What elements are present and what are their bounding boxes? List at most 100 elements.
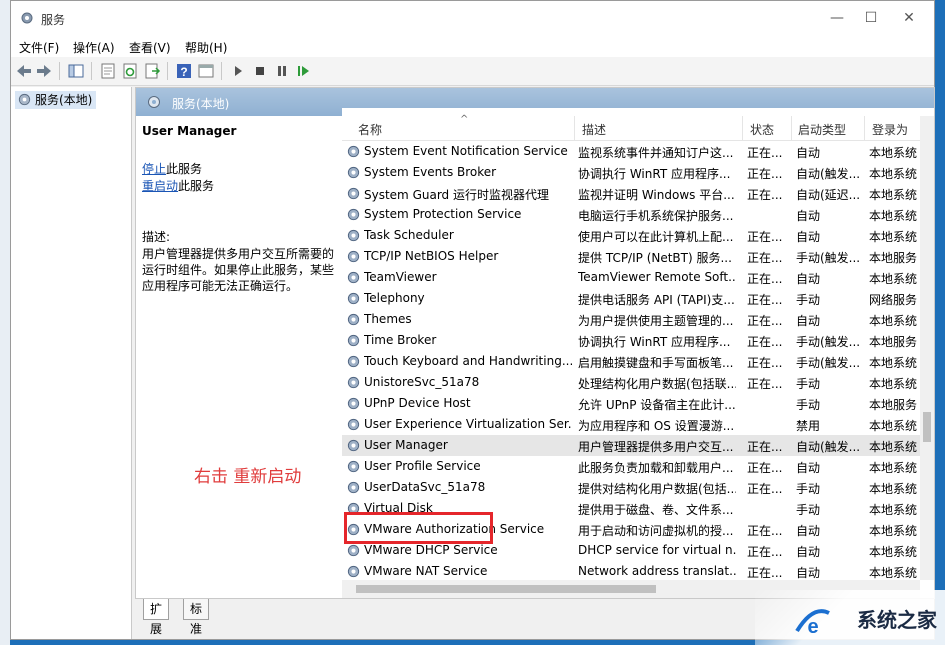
stop-service-icon[interactable] (251, 62, 269, 80)
service-gear-icon (347, 439, 360, 452)
table-row[interactable]: System Event Notification Service 监视系统事件并… (342, 141, 920, 162)
back-arrow-icon[interactable] (15, 62, 33, 80)
menu-file[interactable]: 文件(F) (19, 39, 59, 56)
services-window: 服务 — ☐ ✕ 文件(F) 操作(A) 查看(V) 帮助(H) ? 服务(本地… (10, 0, 935, 640)
cell-status: 正在... (747, 482, 783, 496)
column-header-logon-as[interactable]: 登录为 (872, 121, 908, 138)
watermark-logo-icon: e (795, 609, 830, 637)
sort-ascending-icon: ^ (460, 114, 469, 125)
column-header-description[interactable]: 描述 (582, 121, 606, 138)
table-row[interactable]: System Guard 运行时监视器代理 监视并证明 Windows 平台...… (342, 183, 920, 204)
service-gear-icon (347, 229, 360, 242)
cell-logon-as: 本地系统 (869, 461, 918, 475)
export-list-icon[interactable] (143, 62, 161, 80)
cell-status: 正在... (747, 461, 783, 475)
refresh-icon[interactable] (121, 62, 139, 80)
table-row[interactable]: UPnP Device Host 允许 UPnP 设备宿主在此计... 手动 本地服务 (342, 393, 920, 414)
cell-name: User Experience Virtualization Ser... (364, 417, 572, 431)
cell-description: 处理结构化用户数据(包括联... (578, 377, 736, 391)
table-row[interactable]: Time Broker 协调执行 WinRT 应用程序... 正在... 手动(触发.… (342, 330, 920, 351)
table-row[interactable]: UserDataSvc_51a78 提供对结构化用户数据(包括... 正在... 手动… (342, 477, 920, 498)
table-row[interactable]: Task Scheduler 使用户可以在此计算机上配... 正在... 自动 本地系统 (342, 225, 920, 246)
cell-description: 协调执行 WinRT 应用程序... (578, 335, 731, 349)
cell-logon-as: 本地系统 (869, 566, 918, 580)
service-gear-icon (347, 145, 360, 158)
cell-logon-as: 本地服务 (869, 251, 918, 265)
cell-description: 提供对结构化用户数据(包括... (578, 482, 736, 496)
maximize-button[interactable]: ☐ (854, 7, 888, 29)
service-gear-icon (347, 187, 360, 200)
column-header-startup-type[interactable]: 启动类型 (798, 121, 846, 138)
vertical-scrollbar[interactable] (920, 116, 934, 580)
restart-service-icon[interactable] (295, 62, 313, 80)
console-tree-icon[interactable] (67, 62, 85, 80)
window-title: 服务 (41, 13, 66, 27)
watermark-text: 系统之家 (857, 608, 937, 632)
cell-description: 为应用程序和 OS 设置漫游... (578, 419, 735, 433)
cell-status: 正在... (747, 356, 783, 370)
cell-name: Telephony (364, 291, 425, 305)
cell-description: 提供 TCP/IP (NetBT) 服务... (578, 251, 732, 265)
restart-service-link[interactable]: 重启动 (142, 179, 178, 193)
stop-row: 停止此服务 (142, 160, 202, 177)
cell-name: UnistoreSvc_51a78 (364, 375, 480, 389)
horizontal-scroll-thumb[interactable] (356, 585, 656, 593)
cell-status: 正在... (747, 167, 783, 181)
cell-description: 允许 UPnP 设备宿主在此计... (578, 398, 736, 412)
cell-name: System Guard 运行时监视器代理 (364, 188, 549, 202)
service-gear-icon (347, 313, 360, 326)
start-service-icon[interactable] (229, 62, 247, 80)
table-row[interactable]: System Protection Service 电脑运行手机系统保护服务...… (342, 204, 920, 225)
cell-startup-type: 手动 (796, 377, 821, 391)
pause-service-icon[interactable] (273, 62, 291, 80)
table-row[interactable]: Themes 为用户提供使用主题管理的... 正在... 自动 本地系统 (342, 309, 920, 330)
menu-help[interactable]: 帮助(H) (185, 39, 227, 56)
cell-status: 正在... (747, 566, 783, 580)
table-row[interactable]: User Experience Virtualization Ser... 为应用… (342, 414, 920, 435)
table-row[interactable]: UnistoreSvc_51a78 处理结构化用户数据(包括联... 正在... 手动… (342, 372, 920, 393)
cell-logon-as: 本地系统 (869, 419, 918, 433)
minimize-button[interactable]: — (820, 7, 854, 29)
cell-name: Time Broker (364, 333, 437, 347)
cell-status: 正在... (747, 377, 783, 391)
svg-text:?: ? (180, 65, 187, 79)
cell-name: Touch Keyboard and Handwriting... (364, 354, 572, 368)
tab-extended[interactable]: 扩展 (143, 599, 170, 636)
forward-arrow-icon[interactable] (35, 62, 53, 80)
tab-standard[interactable]: 标准 (183, 599, 210, 636)
cell-description: DHCP service for virtual n... (578, 543, 736, 557)
annotation-highlight-box (344, 512, 493, 544)
properties-icon[interactable] (99, 62, 117, 80)
table-row[interactable]: TeamViewer TeamViewer Remote Soft... 正在...… (342, 267, 920, 288)
column-header-status[interactable]: 状态 (750, 121, 774, 138)
cell-startup-type: 手动(触发... (796, 251, 861, 265)
cell-logon-as: 本地服务 (869, 335, 918, 349)
table-row[interactable]: User Manager 用户管理器提供多用户交互... 正在... 自动(触发...… (342, 435, 920, 456)
close-button[interactable]: ✕ (892, 7, 926, 29)
service-gear-icon (347, 250, 360, 263)
stop-service-link[interactable]: 停止 (142, 162, 166, 176)
services-list: ^ 名称 描述 状态 启动类型 登录为 System Event Notific… (342, 108, 934, 598)
help-icon[interactable]: ? (175, 62, 193, 80)
cell-status: 正在... (747, 272, 783, 286)
table-row[interactable]: Touch Keyboard and Handwriting... 启用触摸键盘和… (342, 351, 920, 372)
vertical-scroll-thumb[interactable] (923, 412, 931, 442)
cell-name: UPnP Device Host (364, 396, 471, 410)
table-row[interactable]: TCP/IP NetBIOS Helper 提供 TCP/IP (NetBT) 服… (342, 246, 920, 267)
table-row[interactable]: System Events Broker 协调执行 WinRT 应用程序... 正在… (342, 162, 920, 183)
menu-action[interactable]: 操作(A) (73, 39, 115, 56)
table-row[interactable]: VMware NAT Service Network address transl… (342, 561, 920, 582)
restart-row: 重启动此服务 (142, 177, 214, 194)
cell-startup-type: 自动 (796, 566, 821, 580)
table-row[interactable]: Telephony 提供电话服务 API (TAPI)支... 正在... 手动 网络服… (342, 288, 920, 309)
cell-description: TeamViewer Remote Soft... (578, 270, 736, 284)
menu-view[interactable]: 查看(V) (129, 39, 171, 56)
cell-name: Task Scheduler (364, 228, 454, 242)
cell-description: 此服务负责加载和卸载用户... (578, 461, 734, 475)
cell-logon-as: 本地系统 (869, 377, 918, 391)
service-gear-icon (347, 355, 360, 368)
table-row[interactable]: User Profile Service 此服务负责加载和卸载用户... 正在...… (342, 456, 920, 477)
tree-item-services-local[interactable]: 服务(本地) (15, 91, 97, 109)
column-header-name[interactable]: 名称 (358, 121, 382, 138)
show-hide-pane-icon[interactable] (197, 62, 215, 80)
